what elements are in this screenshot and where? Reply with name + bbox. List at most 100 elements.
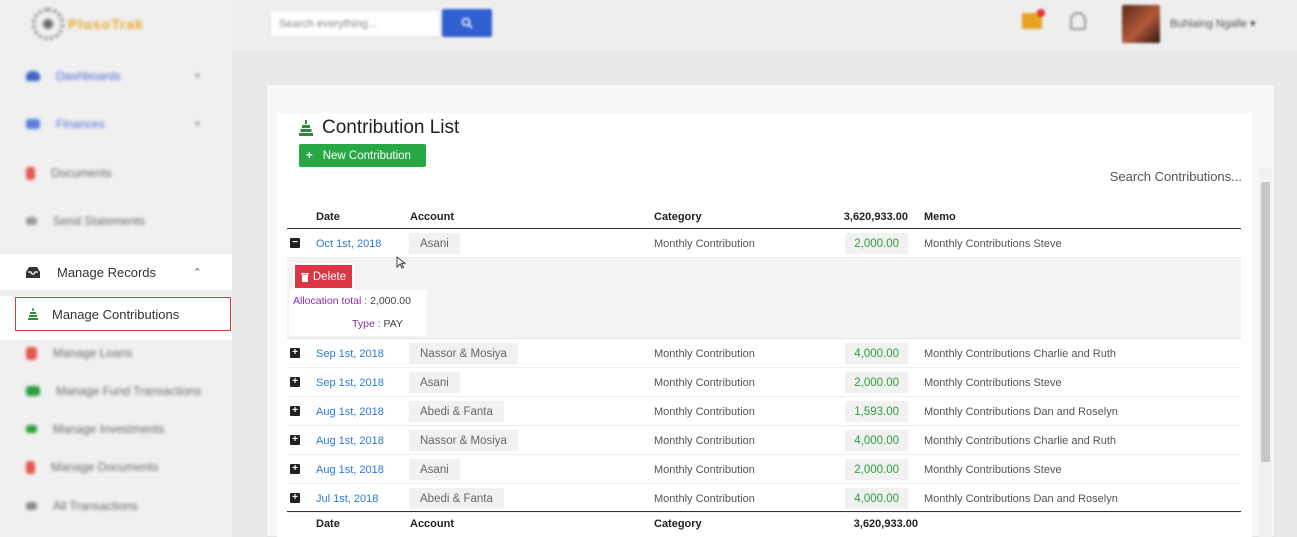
- column-header-account[interactable]: Account: [410, 211, 454, 223]
- row-date-link[interactable]: Sep 1st, 2018: [316, 348, 384, 360]
- calendar-icon: [26, 346, 37, 360]
- row-date-link[interactable]: Aug 1st, 2018: [316, 464, 384, 476]
- money-stack-icon: [28, 307, 38, 320]
- delete-button[interactable]: Delete: [293, 263, 354, 290]
- trash-icon: [300, 272, 309, 282]
- row-account: Nassor & Mosiya: [409, 430, 518, 451]
- row-category: Monthly Contribution: [654, 435, 755, 447]
- sidebar-item-manage-contributions[interactable]: Manage Contributions: [15, 297, 231, 331]
- type-label: Type :: [352, 318, 381, 330]
- expand-row-icon[interactable]: +: [290, 377, 300, 387]
- column-header-total[interactable]: 3,620,933.00: [827, 211, 908, 223]
- chevron-up-icon[interactable]: ⌃: [193, 266, 202, 279]
- row-memo: Monthly Contributions Steve: [924, 377, 1062, 389]
- finance-icon: [26, 119, 40, 129]
- sidebar-item-manage-investments[interactable]: Manage Investments: [0, 410, 232, 448]
- sidebar-item-finances[interactable]: Finances ▾: [0, 105, 232, 143]
- sidebar-item-manage-loans[interactable]: Manage Loans: [0, 334, 232, 372]
- row-date-link[interactable]: Aug 1st, 2018: [316, 406, 384, 418]
- column-header-date[interactable]: Date: [316, 211, 340, 223]
- expand-row-icon[interactable]: +: [290, 406, 300, 416]
- row-category: Monthly Contribution: [654, 348, 755, 360]
- row-date-link[interactable]: Sep 1st, 2018: [316, 377, 384, 389]
- user-name: Buhlaing Ngalle: [1170, 18, 1248, 30]
- row-memo: Monthly Contributions Steve: [924, 238, 1062, 250]
- table-row[interactable]: + Aug 1st, 2018 Abedi & Fanta Monthly Co…: [287, 397, 1241, 426]
- row-account: Nassor & Mosiya: [409, 343, 518, 364]
- brand-logo[interactable]: PlusoTrak: [32, 4, 144, 44]
- row-amount: 1,593.00: [845, 401, 908, 422]
- expand-row-icon[interactable]: +: [290, 464, 300, 474]
- table-row[interactable]: − Oct 1st, 2018 Asani Monthly Contributi…: [287, 229, 1241, 258]
- search-placeholder: Search everything...: [279, 17, 377, 30]
- sidebar-item-documents[interactable]: Documents: [0, 154, 232, 192]
- new-contribution-button[interactable]: + New Contribution: [299, 144, 426, 167]
- scrollbar-thumb[interactable]: [1261, 182, 1270, 462]
- sidebar-item-dashboards[interactable]: Dashboards ▾: [0, 57, 232, 95]
- sidebar-group-manage-records[interactable]: Manage Records ⌃: [0, 254, 232, 290]
- expand-row-icon[interactable]: +: [290, 348, 300, 358]
- sidebar-item-manage-fund-transactions[interactable]: Manage Fund Transactions: [0, 372, 232, 410]
- chevron-down-icon: ▾: [1250, 18, 1256, 30]
- column-header-category[interactable]: Category: [654, 211, 702, 223]
- sidebar-item-label: Finances: [56, 117, 105, 131]
- table-row[interactable]: + Sep 1st, 2018 Nassor & Mosiya Monthly …: [287, 339, 1241, 368]
- search-contributions-input[interactable]: Search Contributions...: [1060, 169, 1242, 184]
- sidebar-item-label: Manage Contributions: [52, 306, 180, 322]
- document-icon: [26, 166, 35, 180]
- mail-icon: [26, 217, 37, 225]
- row-memo: Monthly Contributions Charlie and Ruth: [924, 435, 1116, 447]
- table-row[interactable]: + Sep 1st, 2018 Asani Monthly Contributi…: [287, 368, 1241, 397]
- row-memo: Monthly Contributions Dan and Roselyn: [924, 406, 1118, 418]
- column-header-memo[interactable]: Memo: [924, 211, 956, 223]
- sidebar-item-label: Manage Loans: [53, 346, 133, 360]
- expand-row-icon[interactable]: +: [290, 435, 300, 445]
- sidebar-item-manage-documents[interactable]: Manage Documents: [0, 448, 232, 486]
- sidebar-item-all-transactions[interactable]: All Transactions: [0, 487, 232, 525]
- footer-total: 3,620,933.00: [853, 518, 918, 530]
- brand-name: PlusoTrak: [68, 16, 144, 32]
- row-memo: Monthly Contributions Charlie and Ruth: [924, 348, 1116, 360]
- scrollbar[interactable]: [1259, 168, 1272, 537]
- search-icon: [461, 17, 473, 29]
- row-category: Monthly Contribution: [654, 493, 755, 505]
- money-icon: [26, 386, 40, 396]
- sidebar-item-label: Manage Investments: [53, 422, 165, 436]
- avatar[interactable]: [1122, 5, 1160, 43]
- row-date-link[interactable]: Aug 1st, 2018: [316, 435, 384, 447]
- cloud-icon: [26, 71, 40, 81]
- sidebar-item-send-statements[interactable]: Send Statements: [0, 202, 232, 240]
- row-category: Monthly Contribution: [654, 238, 755, 250]
- row-amount: 2,000.00: [845, 233, 908, 254]
- user-menu[interactable]: Buhlaing Ngalle ▾: [1170, 17, 1256, 30]
- table-row[interactable]: + Aug 1st, 2018 Nassor & Mosiya Monthly …: [287, 426, 1241, 455]
- row-category: Monthly Contribution: [654, 377, 755, 389]
- page-title: Contribution List: [298, 117, 459, 139]
- row-account: Abedi & Fanta: [409, 401, 504, 422]
- sidebar-group-label: Manage Records: [57, 264, 156, 280]
- expand-row-icon[interactable]: +: [290, 493, 300, 503]
- allocation-total-label: Allocation total :: [293, 295, 368, 307]
- new-contribution-label: New Contribution: [322, 149, 411, 162]
- row-amount: 4,000.00: [845, 343, 908, 364]
- row-date-link[interactable]: Jul 1st, 2018: [316, 493, 378, 505]
- collapse-row-icon[interactable]: −: [290, 238, 300, 248]
- notification-badge: [1037, 9, 1045, 17]
- row-date-link[interactable]: Oct 1st, 2018: [316, 238, 381, 250]
- topbar: Search everything... Buhlaing Ngalle ▾: [232, 0, 1297, 50]
- row-category: Monthly Contribution: [654, 464, 755, 476]
- table-row[interactable]: + Aug 1st, 2018 Asani Monthly Contributi…: [287, 455, 1241, 484]
- plus-icon: +: [306, 149, 313, 162]
- page-title-text: Contribution List: [322, 117, 460, 138]
- list-icon: [26, 502, 37, 510]
- row-detail-panel: Delete Allocation total : 2,000.00 Type …: [287, 258, 1241, 339]
- global-search-input[interactable]: Search everything...: [270, 10, 440, 37]
- global-search-button[interactable]: [442, 9, 492, 37]
- footer-account: Account: [410, 518, 454, 530]
- briefcase-icon: [26, 425, 37, 433]
- table-footer: Date Account Category 3,620,933.00: [287, 511, 1241, 535]
- bell-icon[interactable]: [1070, 12, 1086, 30]
- row-amount: 4,000.00: [845, 430, 908, 451]
- table-row[interactable]: + Jul 1st, 2018 Abedi & Fanta Monthly Co…: [287, 484, 1241, 513]
- mouse-cursor-icon: [396, 256, 406, 269]
